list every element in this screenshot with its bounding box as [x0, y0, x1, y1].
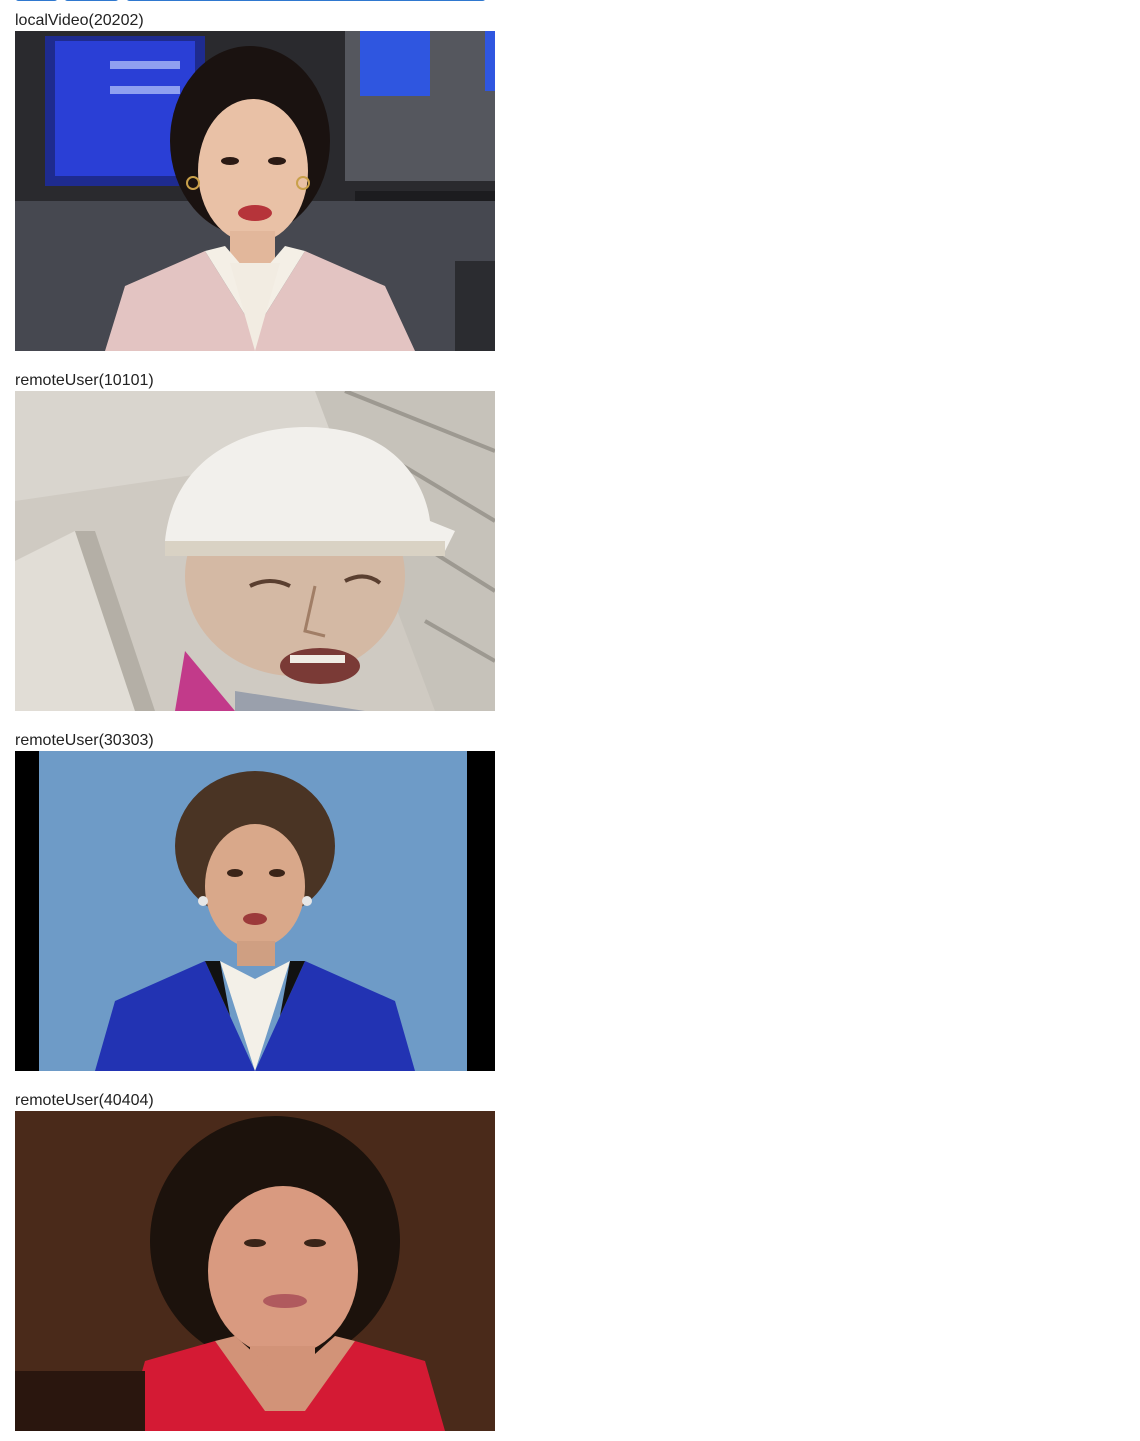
news-anchor-video-icon [15, 751, 495, 1071]
remote-video-stream-10101: remoteUser(10101) [15, 370, 495, 711]
toolbar-button-1[interactable] [15, 0, 58, 1]
video-conference-page: localVideo(20202) remoteUser(10101) remo… [0, 0, 1140, 1441]
stream-label-30303: remoteUser(30303) [15, 732, 154, 749]
remote-video-player-10101[interactable] [15, 391, 495, 711]
remote-video-stream-30303: remoteUser(30303) [15, 730, 495, 1071]
toolbar-button-2[interactable] [64, 0, 119, 1]
construction-worker-video-icon [15, 391, 495, 711]
toolbar-button-3[interactable] [126, 0, 486, 1]
local-video-player[interactable] [15, 31, 495, 351]
local-video-stream: localVideo(20202) [15, 10, 495, 351]
top-toolbar [15, 0, 486, 1]
stream-label-local: localVideo(20202) [15, 12, 144, 29]
newscaster-video-icon [15, 31, 495, 351]
speaker-video-icon [15, 1111, 495, 1431]
remote-video-stream-40404: remoteUser(40404) [15, 1090, 495, 1431]
remote-video-player-40404[interactable] [15, 1111, 495, 1431]
remote-video-player-30303[interactable] [15, 751, 495, 1071]
stream-label-40404: remoteUser(40404) [15, 1092, 154, 1109]
stream-label-10101: remoteUser(10101) [15, 372, 154, 389]
